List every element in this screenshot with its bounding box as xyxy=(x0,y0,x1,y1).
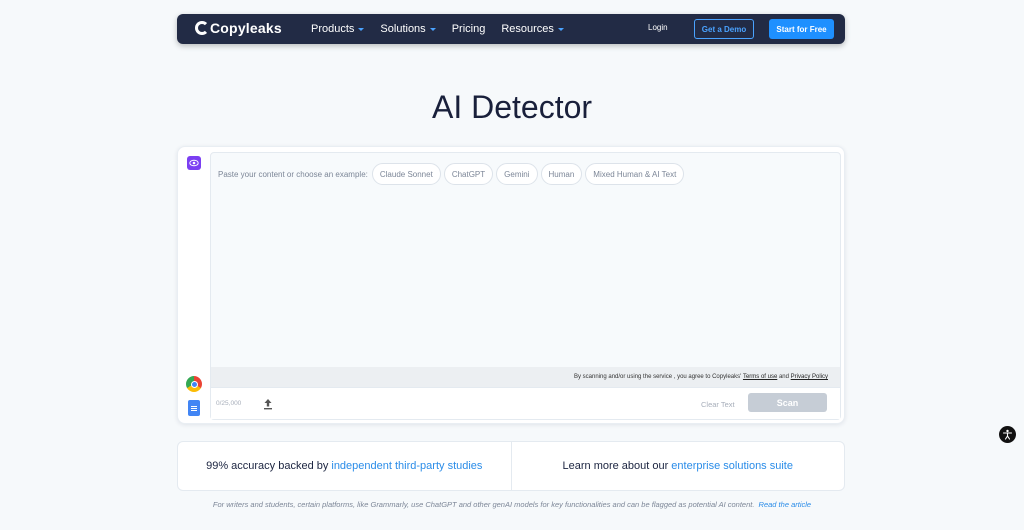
enterprise-text: Learn more about our xyxy=(562,460,669,472)
nav-solutions[interactable]: Solutions xyxy=(380,23,436,35)
example-chip-mixed[interactable]: Mixed Human & AI Text xyxy=(585,163,685,185)
editor-toolbar: 0/25,000 Clear Text Scan xyxy=(211,387,840,419)
footnote: For writers and students, certain platfo… xyxy=(0,500,1024,509)
third-party-studies-link[interactable]: independent third-party studies xyxy=(331,460,482,472)
nav-products-label: Products xyxy=(311,23,355,35)
get-demo-button[interactable]: Get a Demo xyxy=(694,19,754,39)
accessibility-icon[interactable] xyxy=(999,426,1016,443)
text-input-area[interactable]: Paste your content or choose an example:… xyxy=(210,152,841,420)
scan-button[interactable]: Scan xyxy=(748,393,827,412)
example-chip-claude[interactable]: Claude Sonnet xyxy=(371,163,441,185)
chevron-down-icon xyxy=(557,27,564,31)
paste-prompt: Paste your content or choose an example: xyxy=(218,169,368,179)
chrome-extension-icon[interactable] xyxy=(186,376,202,392)
page-title: AI Detector xyxy=(431,89,593,125)
example-row: Paste your content or choose an example:… xyxy=(218,163,687,185)
footnote-text: For writers and students, certain platfo… xyxy=(212,500,755,509)
read-article-link[interactable]: Read the article xyxy=(759,500,812,509)
nav-resources[interactable]: Resources xyxy=(501,23,564,35)
nav-products[interactable]: Products xyxy=(311,23,365,35)
enterprise-suite-link[interactable]: enterprise solutions suite xyxy=(671,460,793,472)
google-docs-icon[interactable] xyxy=(188,400,200,416)
terms-prefix: By scanning and/or using the service , y… xyxy=(574,374,742,380)
terms-and: and xyxy=(778,374,789,380)
start-free-button[interactable]: Start for Free xyxy=(769,19,834,39)
accuracy-text: 99% accuracy backed by xyxy=(206,460,329,472)
login-link[interactable]: Login xyxy=(648,23,668,32)
example-chip-human[interactable]: Human xyxy=(540,163,583,185)
nav-links: Products Solutions Pricing Resources xyxy=(311,14,580,44)
nav-resources-label: Resources xyxy=(501,23,554,35)
chevron-down-icon xyxy=(429,27,436,31)
chevron-down-icon xyxy=(358,27,365,31)
copyleaks-logo[interactable]: Copyleaks xyxy=(195,20,282,36)
character-counter: 0/25,000 xyxy=(216,400,242,407)
clear-text-button[interactable]: Clear Text xyxy=(701,400,735,409)
detector-card: Paste your content or choose an example:… xyxy=(177,146,845,424)
nav-pricing[interactable]: Pricing xyxy=(452,23,486,35)
nav-solutions-label: Solutions xyxy=(380,23,426,35)
top-navbar: Copyleaks Products Solutions Pricing Res… xyxy=(177,14,845,44)
upload-icon[interactable] xyxy=(263,397,273,410)
example-chip-gemini[interactable]: Gemini xyxy=(496,163,538,185)
enterprise-info: Learn more about our enterprise solution… xyxy=(510,442,845,490)
example-chip-chatgpt[interactable]: ChatGPT xyxy=(443,163,494,185)
privacy-policy-link[interactable]: Privacy Policy xyxy=(791,374,828,380)
logo-text: Copyleaks xyxy=(210,20,282,36)
info-strip: 99% accuracy backed by independent third… xyxy=(177,441,845,491)
eye-icon[interactable] xyxy=(187,156,201,170)
nav-pricing-label: Pricing xyxy=(451,23,486,35)
terms-bar: By scanning and/or using the service , y… xyxy=(211,367,840,387)
accuracy-info: 99% accuracy backed by independent third… xyxy=(178,442,511,490)
logo-mark-icon xyxy=(195,21,209,35)
terms-of-use-link[interactable]: Terms of use xyxy=(743,374,777,380)
